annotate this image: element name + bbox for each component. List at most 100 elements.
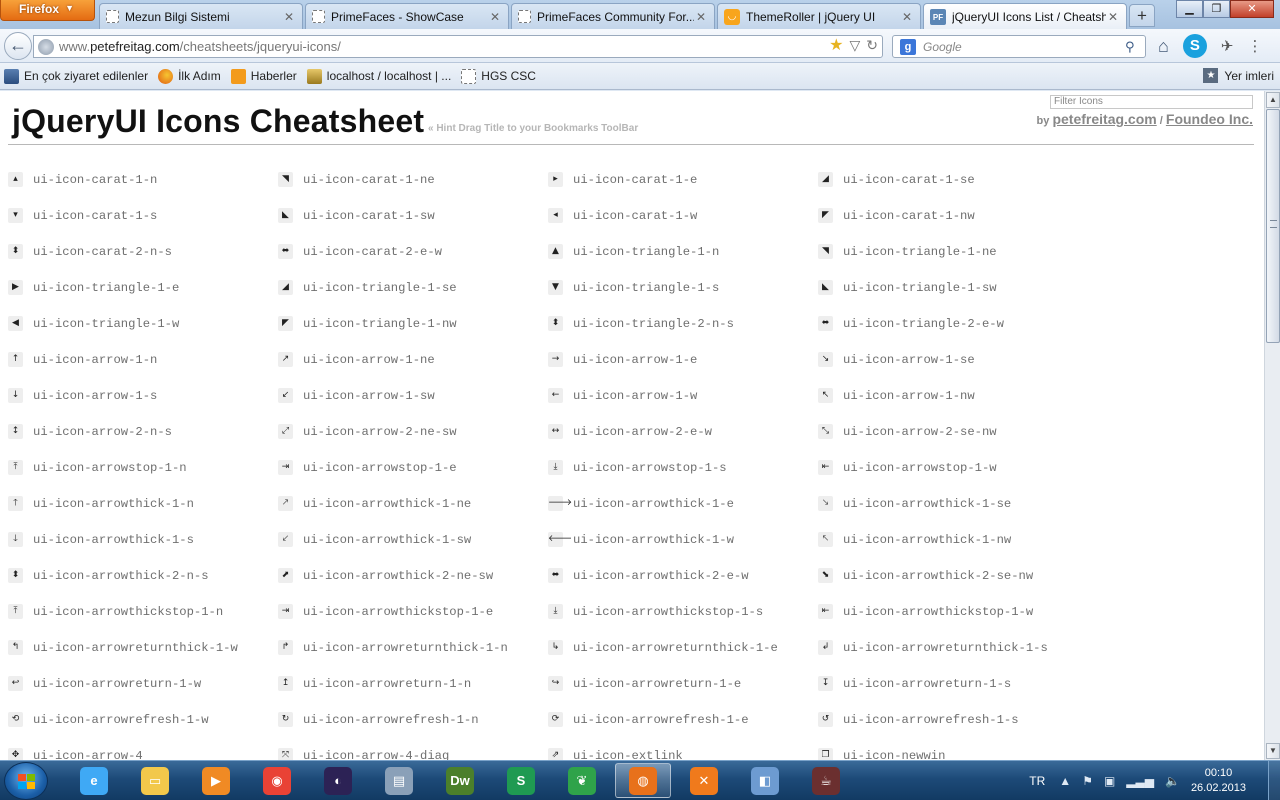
icon-entry[interactable]: ↖ ui-icon-arrow-1-nw [818,378,1088,414]
icon-entry[interactable]: 🡐 ui-icon-arrowthick-1-w [548,522,818,558]
icon-entry[interactable]: ⤒ ui-icon-arrowstop-1-n [8,450,278,486]
scroll-down-button[interactable]: ▼ [1266,743,1280,759]
volume-icon[interactable]: 🔈 [1165,774,1180,788]
restore-button[interactable]: ❐ [1203,0,1230,18]
bookmark-item[interactable]: HGS CSC [461,68,536,84]
icon-entry[interactable]: ↘ ui-icon-arrow-1-se [818,342,1088,378]
icon-entry[interactable]: ◂ ui-icon-carat-1-w [548,198,818,234]
clock[interactable]: 00:10 26.02.2013 [1191,766,1246,796]
icon-entry[interactable]: ↕ ui-icon-arrow-2-n-s [8,414,278,450]
icon-entry[interactable]: ↩ ui-icon-arrowreturn-1-w [8,666,278,702]
tab-close-icon[interactable]: ✕ [694,10,708,24]
network-icon[interactable]: ▂▃▅ [1126,774,1154,788]
browser-tab[interactable]: PF jQueryUI Icons List / Cheatsh... ✕ [923,3,1127,30]
taskbar-app-button[interactable]: ▭ [127,763,183,798]
icon-entry[interactable]: ◢ ui-icon-carat-1-se [818,162,1088,198]
icon-entry[interactable]: ◤ ui-icon-carat-1-nw [818,198,1088,234]
icon-entry[interactable]: ⬌ ui-icon-carat-2-e-w [278,234,548,270]
icon-entry[interactable]: 🡑 ui-icon-arrowthick-1-n [8,486,278,522]
icon-entry[interactable]: ▸ ui-icon-carat-1-e [548,162,818,198]
icon-entry[interactable]: ▾ ui-icon-carat-1-s [8,198,278,234]
icon-entry[interactable]: ◢ ui-icon-triangle-1-se [278,270,548,306]
taskbar-app-button[interactable]: ▶ [188,763,244,798]
icon-entry[interactable]: ◤ ui-icon-triangle-1-nw [278,306,548,342]
icon-entry[interactable]: ◀ ui-icon-triangle-1-w [8,306,278,342]
icon-entry[interactable]: ← ui-icon-arrow-1-w [548,378,818,414]
icon-entry[interactable]: ⬊ ui-icon-arrowthick-2-se-nw [818,558,1088,594]
icon-entry[interactable]: 🡔 ui-icon-arrowthick-1-nw [818,522,1088,558]
taskbar-app-button[interactable]: ▤ [371,763,427,798]
bookmark-item[interactable]: Haberler [230,68,297,84]
icon-entry[interactable]: ↱ ui-icon-arrowreturnthick-1-n [278,630,548,666]
addon-icon[interactable]: ✈ [1221,37,1234,55]
taskbar-app-button[interactable]: ◐ [310,763,366,798]
browser-tab[interactable]: Mezun Bilgi Sistemi ✕ [99,3,303,29]
back-button[interactable]: ← [4,32,32,60]
icon-entry[interactable]: ⤢ ui-icon-arrow-2-ne-sw [278,414,548,450]
taskbar-app-button[interactable]: ◧ [737,763,793,798]
bookmark-item[interactable]: İlk Adım [158,68,221,84]
browser-tab[interactable]: ◡ ThemeRoller | jQuery UI ✕ [717,3,921,29]
scroll-thumb[interactable] [1266,109,1280,343]
reload-icon[interactable]: ↻ [866,37,878,55]
icon-entry[interactable]: ⟲ ui-icon-arrowrefresh-1-w [8,702,278,738]
tab-close-icon[interactable]: ✕ [900,10,914,24]
icon-entry[interactable]: ↑ ui-icon-arrow-1-n [8,342,278,378]
taskbar-app-button[interactable]: Dw [432,763,488,798]
action-center-icon[interactable]: ⚑ [1082,774,1093,788]
icon-entry[interactable]: ↲ ui-icon-arrowreturnthick-1-s [818,630,1088,666]
icon-entry[interactable]: ◥ ui-icon-triangle-1-ne [818,234,1088,270]
icon-entry[interactable]: ⤡ ui-icon-arrow-2-se-nw [818,414,1088,450]
icon-entry[interactable]: ⬈ ui-icon-arrowthick-2-ne-sw [278,558,548,594]
icon-entry[interactable]: ▴ ui-icon-carat-1-n [8,162,278,198]
icon-entry[interactable]: ↥ ui-icon-arrowreturn-1-n [278,666,548,702]
icon-entry[interactable]: ⤒ ui-icon-arrowthickstop-1-n [8,594,278,630]
bookmarks-menu-button[interactable]: ★ Yer imleri [1203,68,1274,83]
search-box[interactable]: g Google ⚲ [892,35,1146,58]
taskbar-app-button[interactable]: ◍ [615,763,671,798]
firefox-menu-button[interactable]: Firefox ▼ [0,0,95,21]
icon-entry[interactable]: ⬍ ui-icon-triangle-2-n-s [548,306,818,342]
taskbar-app-button[interactable]: ◉ [249,763,305,798]
icon-entry[interactable]: ⟳ ui-icon-arrowrefresh-1-e [548,702,818,738]
vertical-scrollbar[interactable]: ▲ ▼ [1264,91,1280,760]
taskbar-app-button[interactable]: ❦ [554,763,610,798]
icon-entry[interactable]: → ui-icon-arrow-1-e [548,342,818,378]
icon-entry[interactable]: ◣ ui-icon-triangle-1-sw [818,270,1088,306]
browser-tab[interactable]: PrimeFaces - ShowCase ✕ [305,3,509,29]
icon-entry[interactable]: ↙ ui-icon-arrow-1-sw [278,378,548,414]
tray-app-icon[interactable]: ▣ [1104,774,1115,788]
icon-entry[interactable]: ⬍ ui-icon-carat-2-n-s [8,234,278,270]
taskbar-app-button[interactable]: ☕ [798,763,854,798]
scroll-up-button[interactable]: ▲ [1266,92,1280,108]
icon-entry[interactable]: ✥ ui-icon-arrow-4 [8,738,278,760]
icon-entry[interactable]: ↧ ui-icon-arrowreturn-1-s [818,666,1088,702]
icon-entry[interactable]: ⤓ ui-icon-arrowthickstop-1-s [548,594,818,630]
tab-close-icon[interactable]: ✕ [1106,10,1120,24]
taskbar-app-button[interactable]: S [493,763,549,798]
icon-entry[interactable]: ↗ ui-icon-arrow-1-ne [278,342,548,378]
taskbar-app-button[interactable]: e [66,763,122,798]
minimize-button[interactable]: ▁ [1176,0,1203,18]
filter-icons-input[interactable]: Filter Icons [1050,95,1253,109]
icon-entry[interactable]: ⇤ ui-icon-arrowstop-1-w [818,450,1088,486]
address-bar[interactable]: www.petefreitag.com/cheatsheets/jqueryui… [33,35,883,58]
icon-entry[interactable]: 🡖 ui-icon-arrowthick-1-se [818,486,1088,522]
icon-entry[interactable]: 🡓 ui-icon-arrowthick-1-s [8,522,278,558]
icon-entry[interactable]: ↺ ui-icon-arrowrefresh-1-s [818,702,1088,738]
icon-entry[interactable]: 🡒 ui-icon-arrowthick-1-e [548,486,818,522]
start-button[interactable] [4,762,48,800]
icon-entry[interactable]: ↓ ui-icon-arrow-1-s [8,378,278,414]
icon-entry[interactable]: ⇗ ui-icon-extlink [548,738,818,760]
show-desktop-button[interactable] [1268,761,1280,800]
page-title[interactable]: jQueryUI Icons Cheatsheet [12,103,424,140]
icon-entry[interactable]: ⇥ ui-icon-arrowthickstop-1-e [278,594,548,630]
bookmark-item[interactable]: En çok ziyaret edilenler [4,68,148,84]
icon-entry[interactable]: ⤓ ui-icon-arrowstop-1-s [548,450,818,486]
icon-entry[interactable]: ◣ ui-icon-carat-1-sw [278,198,548,234]
icon-entry[interactable]: 🡗 ui-icon-arrowthick-1-sw [278,522,548,558]
bookmark-item[interactable]: localhost / localhost | ... [306,68,451,84]
icon-entry[interactable]: ◥ ui-icon-carat-1-ne [278,162,548,198]
bookmark-star-icon[interactable]: ★ [829,37,843,55]
icon-entry[interactable]: ⤧ ui-icon-arrow-4-diag [278,738,548,760]
